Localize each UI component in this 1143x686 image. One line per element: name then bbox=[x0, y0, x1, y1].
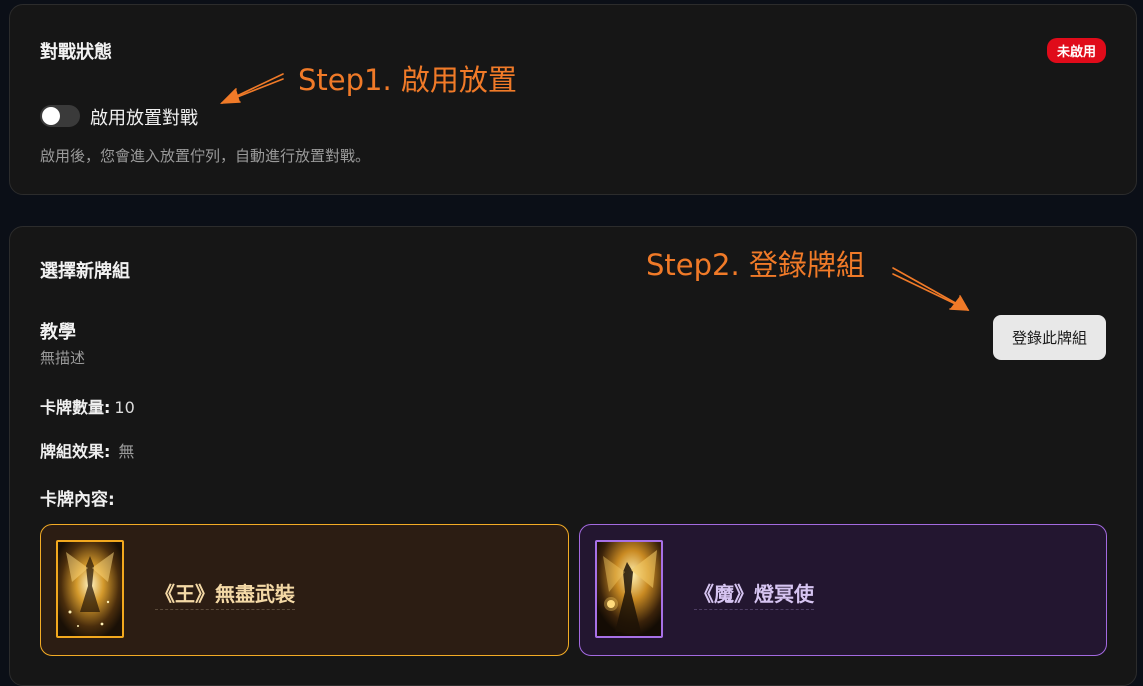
step2-arrow-icon bbox=[892, 267, 970, 311]
